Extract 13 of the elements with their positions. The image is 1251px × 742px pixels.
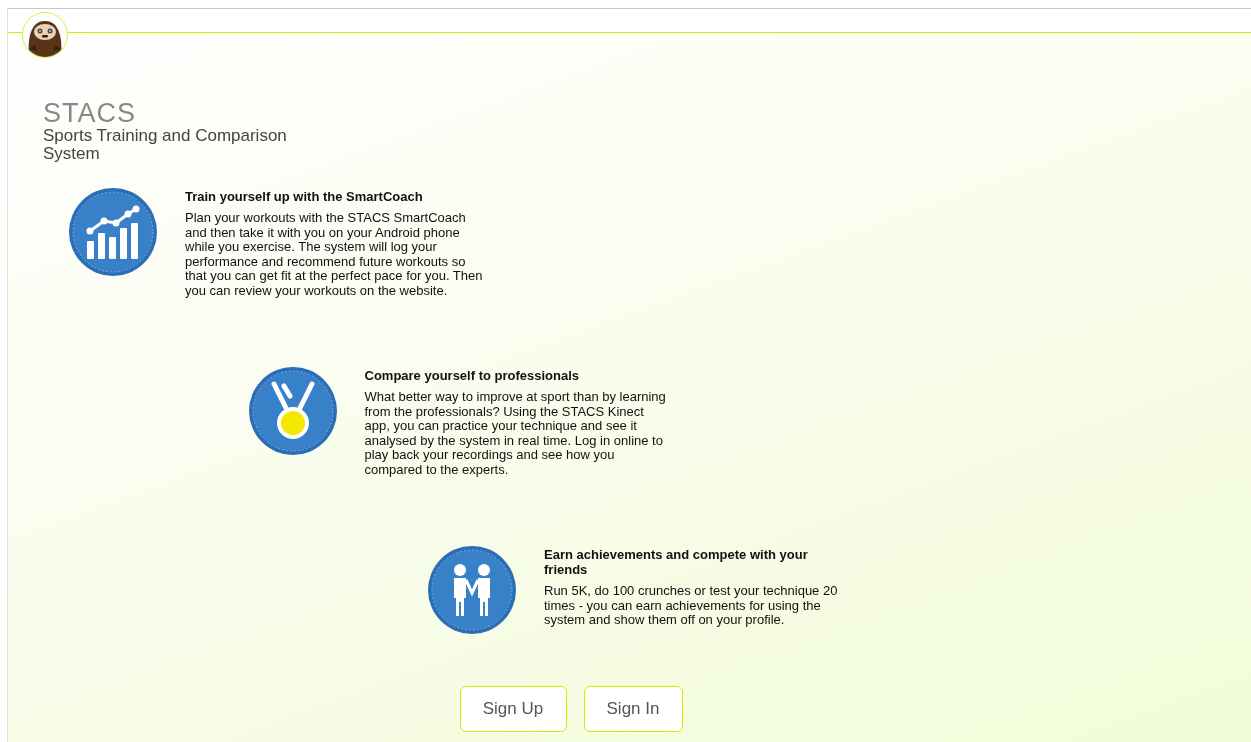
feature-title: Train yourself up with the SmartCoach [185,189,424,204]
feature-description: Run 5K, do 100 crunches or test your technique 20 times - you can earn achievements for using the system and show them off on your profile. [544,584,839,628]
brand-title: STACS [43,99,137,127]
handshake-people-icon [427,545,517,635]
feature-description: What better way to improve at sport than by learning from the professionals? Using the STACS Kinect app, you can practice your technique and see it analysed by the system in real time. Log in online to play back your recordings and see how you compared to the experts. [364,390,667,477]
sign-up-button[interactable]: Sign Up [459,686,567,732]
feature-title: Compare yourself to professionals [364,368,581,383]
bar-chart-icon [68,187,158,277]
brand-subtitle: Sports Training and Comparison System [43,127,288,163]
sign-in-button[interactable]: Sign In [583,686,683,732]
feature-title: Earn achievements and compete with your friends [544,547,809,577]
medal-icon [247,366,338,456]
feature-description: Plan your workouts with the STACS SmartCoach and then take it with you on your Android phone while you exercise. The system will log your performance and recommend future workouts so that you can get fit at the perfect pace for you. Then you can review your workouts on the website. [185,211,484,298]
